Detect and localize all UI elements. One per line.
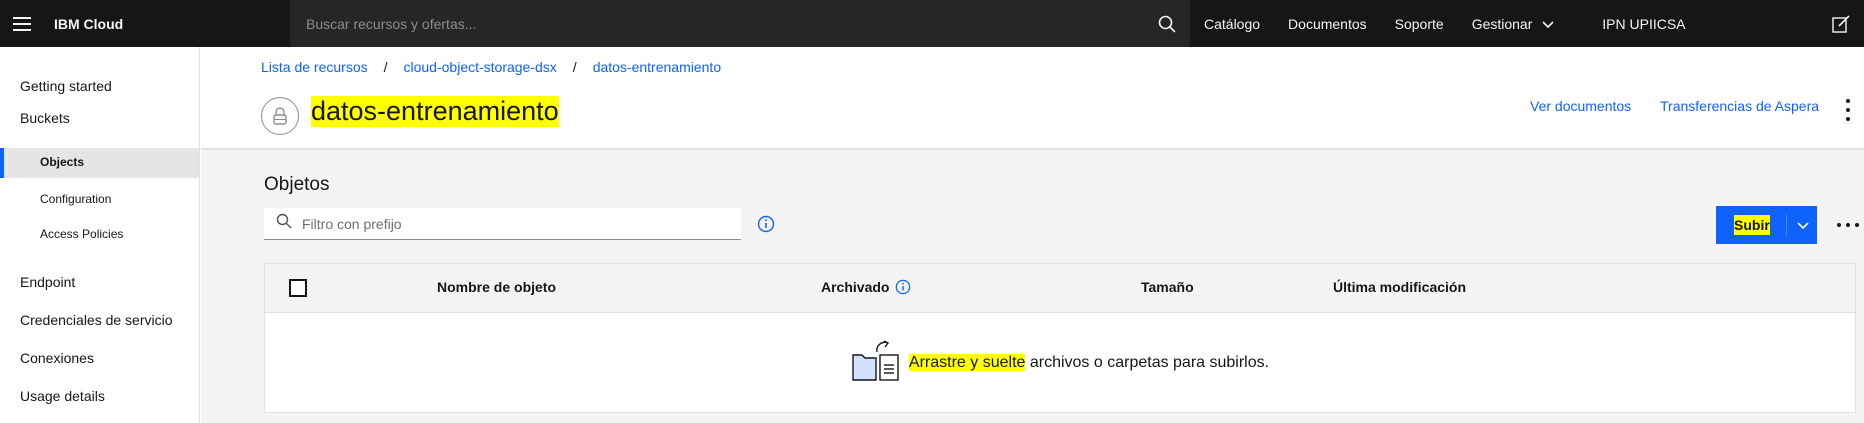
select-all-checkbox[interactable]: [289, 279, 307, 297]
sidebar-item-objects[interactable]: Objects: [40, 155, 84, 169]
sidebar: Getting started Buckets Objects Configur…: [0, 47, 200, 423]
section-title: Objetos: [264, 174, 330, 195]
sidebar-item-configuration[interactable]: Configuration: [40, 192, 111, 206]
upload-button-label: Subir: [1734, 215, 1770, 235]
sidebar-item-buckets[interactable]: Buckets: [20, 110, 70, 126]
sidebar-item-getting-started[interactable]: Getting started: [20, 78, 112, 94]
overflow-menu-icon[interactable]: [1840, 97, 1856, 123]
hamburger-menu-icon[interactable]: [0, 0, 44, 47]
nav-support[interactable]: Soporte: [1381, 16, 1458, 32]
search-icon: [276, 213, 292, 234]
breadcrumb-separator: /: [572, 59, 577, 75]
sidebar-item-usage[interactable]: Usage details: [20, 388, 105, 404]
info-icon[interactable]: [895, 279, 911, 295]
top-nav-bar: IBM Cloud Buscar recursos y ofertas... C…: [0, 0, 1864, 47]
objects-panel: Objetos Filtro con prefijo Subir Nombre …: [201, 150, 1864, 423]
empty-state-highlight: Arrastre y suelte: [908, 354, 1026, 371]
prefix-filter-input[interactable]: Filtro con prefijo: [302, 216, 402, 232]
aspera-transfers-link[interactable]: Transferencias de Aspera: [1660, 98, 1819, 114]
bucket-icon: [261, 97, 299, 135]
brand-logo[interactable]: IBM Cloud: [54, 16, 289, 32]
nav-catalog[interactable]: Catálogo: [1190, 16, 1274, 32]
breadcrumb-separator: /: [383, 59, 388, 75]
info-icon[interactable]: [757, 215, 775, 238]
upload-button[interactable]: Subir: [1716, 206, 1817, 244]
top-nav-links: Catálogo Documentos Soporte Gestionar IP…: [1190, 0, 1700, 47]
sidebar-active-indicator: [0, 148, 199, 178]
account-switcher[interactable]: IPN UPIICSA: [1588, 16, 1699, 32]
nav-manage-label: Gestionar: [1471, 15, 1533, 32]
edit-icon[interactable]: [1817, 0, 1864, 47]
sidebar-item-endpoint[interactable]: Endpoint: [20, 274, 75, 290]
column-header-archived-label: Archivado: [821, 279, 890, 295]
upload-divider: [1786, 214, 1787, 236]
overflow-menu-icon[interactable]: [1837, 216, 1859, 234]
breadcrumb: Lista de recursos / cloud-object-storage…: [261, 59, 721, 75]
empty-state-rest: archivos o carpetas para subirlos.: [1025, 354, 1270, 371]
column-header-size[interactable]: Tamaño: [1141, 279, 1194, 295]
search-icon[interactable]: [1143, 0, 1190, 47]
sidebar-item-credentials[interactable]: Credenciales de servicio: [20, 312, 173, 328]
column-header-archived[interactable]: Archivado: [821, 279, 911, 295]
global-search[interactable]: Buscar recursos y ofertas...: [290, 0, 1190, 47]
breadcrumb-item[interactable]: Lista de recursos: [261, 59, 368, 75]
chevron-down-icon[interactable]: [1794, 216, 1812, 239]
empty-dropzone[interactable]: Arrastre y suelte archivos o carpetas pa…: [265, 313, 1855, 413]
nav-manage[interactable]: Gestionar: [1458, 16, 1569, 32]
column-header-modified[interactable]: Última modificación: [1333, 279, 1466, 295]
search-input[interactable]: Buscar recursos y ofertas...: [306, 16, 1143, 32]
breadcrumb-item[interactable]: cloud-object-storage-dsx: [404, 59, 557, 75]
prefix-filter-field[interactable]: Filtro con prefijo: [264, 208, 741, 240]
nav-docs[interactable]: Documentos: [1274, 16, 1381, 32]
page-title: datos-entrenamiento: [311, 96, 559, 127]
page-header: Lista de recursos / cloud-object-storage…: [201, 47, 1864, 150]
table-header: Nombre de objeto Archivado Tamaño Última…: [265, 264, 1855, 313]
objects-table: Nombre de objeto Archivado Tamaño Última…: [264, 263, 1856, 413]
sidebar-item-access-policies[interactable]: Access Policies: [40, 227, 123, 241]
empty-state-text: Arrastre y suelte archivos o carpetas pa…: [908, 354, 1270, 372]
upload-files-icon: [851, 339, 903, 388]
view-docs-link[interactable]: Ver documentos: [1530, 98, 1631, 114]
chevron-down-icon: [1542, 21, 1554, 29]
column-header-name[interactable]: Nombre de objeto: [437, 279, 556, 295]
breadcrumb-item[interactable]: datos-entrenamiento: [593, 59, 721, 75]
sidebar-item-connections[interactable]: Conexiones: [20, 350, 94, 366]
